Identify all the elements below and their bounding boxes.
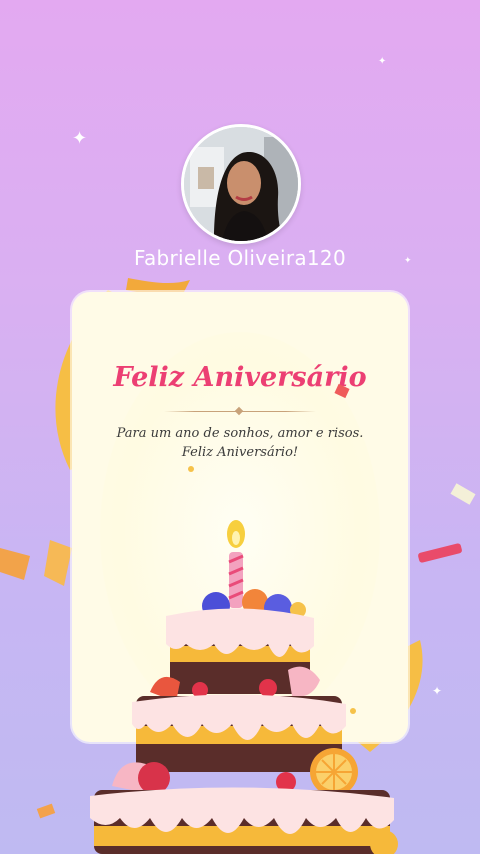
card-title: Feliz Aniversário — [113, 362, 367, 393]
confetti-piece — [188, 466, 194, 472]
birthday-cake-icon — [90, 520, 398, 854]
card-message-line-1: Para um ano de sonhos, amor e risos. — [116, 426, 364, 441]
card-message: Para um ano de sonhos, amor e risos. Fel… — [72, 424, 408, 462]
card-message-line-2: Feliz Aniversário! — [181, 445, 299, 460]
